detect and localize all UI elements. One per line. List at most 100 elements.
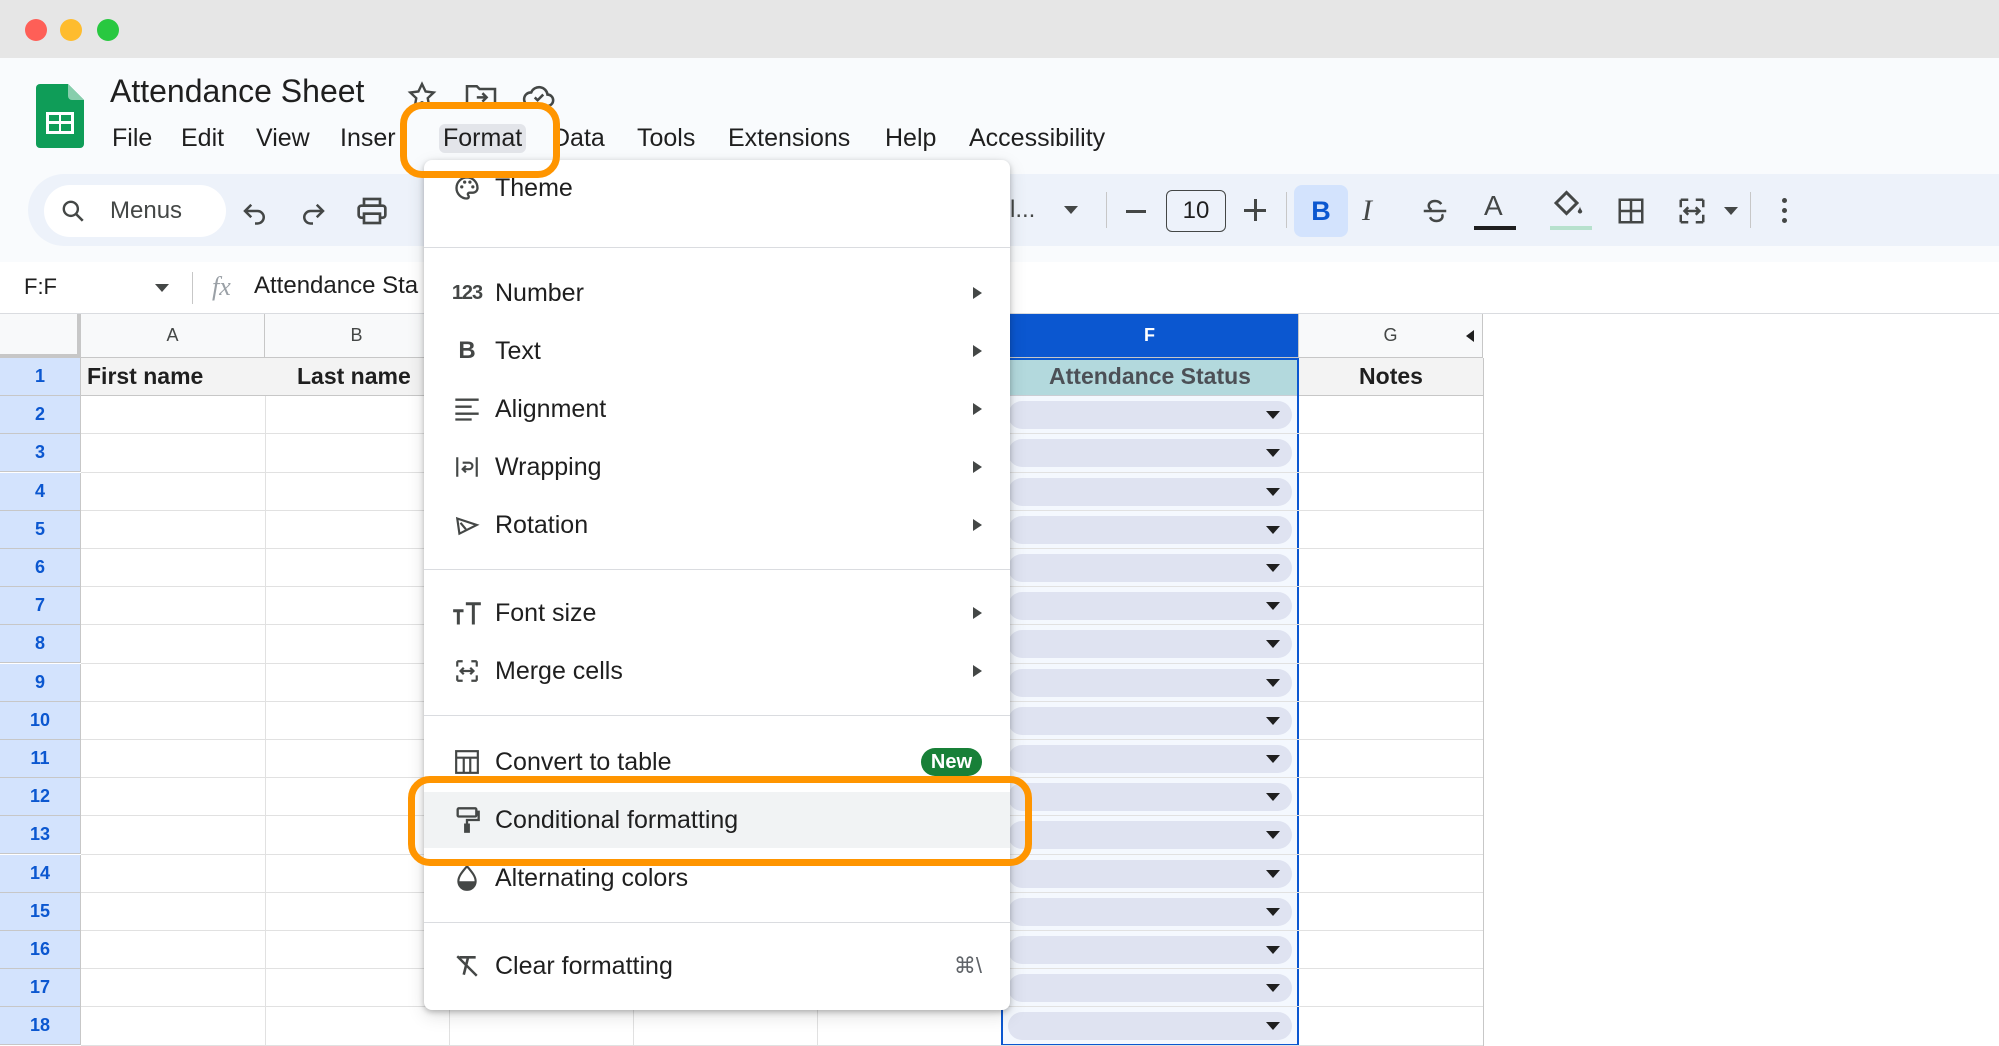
status-dropdown-chip[interactable] — [1008, 706, 1292, 735]
column-header-b[interactable]: B — [265, 314, 449, 358]
font-size-input[interactable]: 10 — [1166, 190, 1226, 232]
cell-a1[interactable]: First name — [81, 358, 265, 396]
undo-icon[interactable] — [240, 196, 270, 231]
highlight-format-menu — [400, 102, 560, 178]
menu-extensions[interactable]: Extensions — [728, 124, 850, 153]
row-header[interactable]: 4 — [0, 472, 81, 511]
column-header-g[interactable]: G — [1299, 314, 1483, 358]
row-header[interactable]: 1 — [0, 358, 81, 396]
row-header[interactable]: 6 — [0, 549, 81, 587]
row-header[interactable]: 16 — [0, 931, 81, 969]
status-dropdown-chip[interactable] — [1008, 439, 1292, 468]
status-dropdown-chip[interactable] — [1008, 974, 1292, 1003]
column-header-a[interactable]: A — [81, 314, 265, 358]
menu-item-text[interactable]: B Text — [424, 323, 1010, 379]
row-header[interactable]: 14 — [0, 854, 81, 893]
status-dropdown-chip[interactable] — [1008, 859, 1292, 888]
status-dropdown-chip[interactable] — [1008, 783, 1292, 812]
status-dropdown-chip[interactable] — [1008, 477, 1292, 506]
status-dropdown-chip[interactable] — [1008, 592, 1292, 621]
menu-item-alignment[interactable]: Alignment — [424, 381, 1010, 437]
row-header[interactable]: 7 — [0, 587, 81, 626]
row-header[interactable]: 17 — [0, 969, 81, 1008]
row-header[interactable]: 8 — [0, 625, 81, 664]
name-box[interactable]: F:F — [24, 274, 57, 300]
chevron-down-icon — [1266, 602, 1280, 611]
chevron-down-icon — [1266, 984, 1280, 993]
format-menu: Theme 123 Number B Text Alignment Wrappi… — [424, 160, 1010, 1010]
fill-color-icon[interactable] — [1550, 188, 1592, 232]
status-dropdown-chip[interactable] — [1008, 1012, 1292, 1041]
status-dropdown-chip[interactable] — [1008, 554, 1292, 582]
menu-item-clear-formatting[interactable]: Clear formatting ⌘\ — [424, 938, 1010, 994]
font-dropdown-arrow-icon[interactable] — [1064, 206, 1078, 214]
row-header[interactable]: 13 — [0, 816, 81, 855]
menu-item-rotation[interactable]: Rotation — [424, 497, 1010, 553]
menu-item-wrapping[interactable]: Wrapping — [424, 439, 1010, 495]
status-dropdown-chip[interactable] — [1008, 401, 1292, 430]
clear-formatting-icon — [450, 938, 484, 994]
text-color-icon[interactable]: A — [1474, 190, 1516, 232]
chevron-down-icon — [1266, 411, 1280, 420]
collapse-columns-icon[interactable] — [1466, 330, 1474, 342]
merge-dropdown-arrow-icon[interactable] — [1724, 207, 1738, 215]
menu-help[interactable]: Help — [885, 124, 936, 153]
sheets-logo-icon[interactable] — [36, 84, 84, 148]
minimize-window-button[interactable] — [60, 19, 82, 41]
borders-icon[interactable] — [1616, 196, 1646, 231]
cell-b1[interactable]: Last name — [265, 358, 449, 396]
select-all-corner[interactable] — [0, 314, 81, 358]
formula-input[interactable]: Attendance Sta — [254, 272, 418, 300]
submenu-arrow-icon — [973, 461, 982, 473]
print-icon[interactable] — [356, 196, 388, 231]
row-header[interactable]: 11 — [0, 740, 81, 778]
row-header[interactable]: 2 — [0, 396, 81, 435]
status-dropdown-chip[interactable] — [1008, 821, 1292, 850]
more-icon[interactable] — [1782, 198, 1788, 224]
menu-view[interactable]: View — [256, 124, 310, 153]
chevron-down-icon — [1266, 907, 1280, 916]
maximize-window-button[interactable] — [97, 19, 119, 41]
row-header[interactable]: 3 — [0, 434, 81, 473]
decrease-font-icon[interactable] — [1126, 210, 1146, 213]
status-dropdown-chip[interactable] — [1008, 745, 1292, 773]
menu-insert[interactable]: Inser — [340, 124, 396, 153]
chevron-down-icon — [1266, 487, 1280, 496]
status-dropdown-chip[interactable] — [1008, 897, 1292, 926]
row-header[interactable]: 15 — [0, 892, 81, 931]
font-name-dropdown[interactable]: l... — [1010, 196, 1035, 224]
menu-item-merge-cells[interactable]: Merge cells — [424, 643, 1010, 699]
row-header[interactable]: 10 — [0, 701, 81, 740]
increase-font-icon[interactable] — [1244, 198, 1268, 222]
menu-item-label: Clear formatting — [495, 952, 673, 980]
row-header[interactable]: 12 — [0, 778, 81, 817]
row-header[interactable]: 9 — [0, 663, 81, 702]
menu-file[interactable]: File — [112, 124, 152, 153]
menu-accessibility[interactable]: Accessibility — [969, 124, 1105, 153]
status-dropdown-chip[interactable] — [1008, 668, 1292, 697]
bold-icon[interactable]: B — [1294, 185, 1348, 237]
search-menus-input[interactable]: Menus — [44, 185, 226, 237]
menu-item-number[interactable]: 123 Number — [424, 265, 1010, 321]
separator — [1106, 192, 1107, 228]
submenu-arrow-icon — [973, 287, 982, 299]
name-box-dropdown-icon[interactable] — [155, 284, 169, 292]
row-header[interactable]: 5 — [0, 510, 81, 549]
menu-edit[interactable]: Edit — [181, 124, 224, 153]
chevron-down-icon — [1266, 716, 1280, 725]
document-title[interactable]: Attendance Sheet — [110, 73, 364, 110]
merge-cells-icon[interactable] — [1676, 196, 1708, 231]
redo-icon[interactable] — [298, 196, 328, 231]
status-dropdown-chip[interactable] — [1008, 515, 1292, 544]
cell-g1[interactable]: Notes — [1299, 358, 1483, 396]
italic-icon[interactable]: I — [1362, 194, 1372, 228]
status-dropdown-chip[interactable] — [1008, 630, 1292, 659]
close-window-button[interactable] — [25, 19, 47, 41]
strikethrough-icon[interactable] — [1420, 196, 1450, 231]
row-header[interactable]: 18 — [0, 1007, 81, 1046]
menu-tools[interactable]: Tools — [637, 124, 695, 153]
chevron-down-icon — [1266, 525, 1280, 534]
status-dropdown-chip[interactable] — [1008, 936, 1292, 964]
menu-item-font-size[interactable]: Font size — [424, 585, 1010, 641]
column-header-f[interactable]: F — [1001, 314, 1299, 358]
